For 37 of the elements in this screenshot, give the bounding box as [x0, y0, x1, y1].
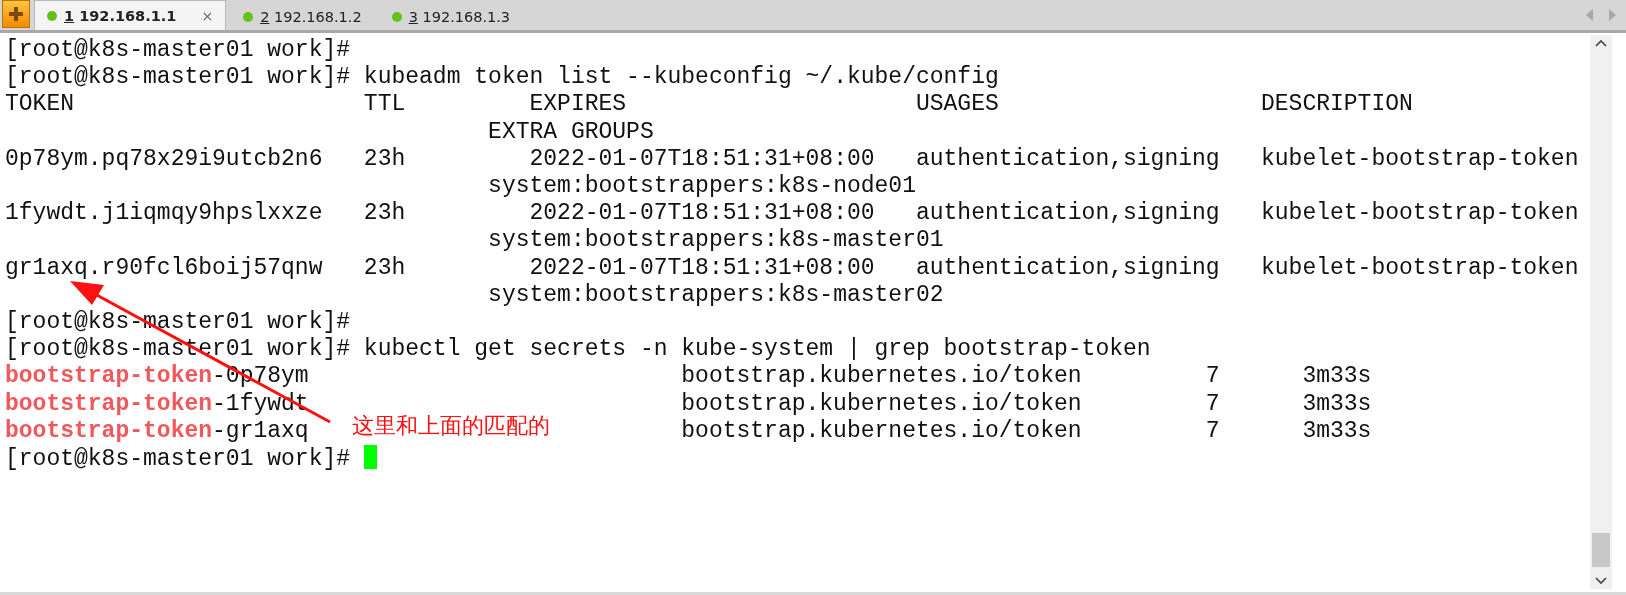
scroll-right-icon[interactable]: [1608, 9, 1616, 21]
secret-type: bootstrap.kubernetes.io/token: [681, 390, 1082, 417]
secret-age: 3m33s: [1302, 390, 1372, 418]
terminal-line: 0p78ym.pq78x29i9utcb2n6 23h 2022-01-07T18:51:31+08:00 authentication,signing kubelet-bootstrap-token: [5, 145, 1579, 173]
secret-data-count: 7: [1205, 390, 1220, 417]
secret-age: 3m33s: [1302, 417, 1372, 446]
annotation-text: 这里和上面的匹配的: [352, 412, 550, 440]
terminal-line: [root@k8s-master01 work]#: [5, 37, 351, 65]
session-tab[interactable]: 1 192.168.1.1 ×: [34, 0, 227, 30]
terminal-line: system:bootstrappers:k8s-node01: [487, 173, 916, 201]
status-dot-icon: [243, 11, 254, 22]
scrollbar-thumb[interactable]: [1592, 533, 1610, 567]
session-tab[interactable]: 2 192.168.1.2: [230, 2, 375, 30]
terminal-line: system:bootstrappers:k8s-master02: [487, 281, 944, 310]
secret-name: bootstrap-token-gr1axq: [5, 417, 309, 444]
scroll-up-icon[interactable]: [1595, 39, 1607, 47]
scroll-left-icon[interactable]: [1586, 9, 1594, 21]
close-icon[interactable]: ×: [201, 7, 214, 24]
secret-data-count: 7: [1205, 363, 1220, 390]
secret-age: 3m33s: [1302, 363, 1372, 391]
terminal-prompt: [root@k8s-master01 work]#: [5, 446, 352, 473]
secret-data-count: 7: [1205, 417, 1220, 444]
new-tab-button[interactable]: [2, 0, 30, 28]
scrollbar[interactable]: [1590, 35, 1612, 589]
session-tab[interactable]: 3 192.168.1.3: [378, 2, 524, 30]
terminal-line: gr1axq.r90fcl6boij57qnw 23h 2022-01-07T18:51:31+08:00 authentication,signing kubelet-bootstrap-token: [5, 254, 1579, 282]
terminal-line: system:bootstrappers:k8s-master01: [487, 227, 944, 255]
status-dot-icon: [391, 11, 402, 22]
terminal-line: 1fywdt.j1iqmqy9hpslxxze 23h 2022-01-07T18:51:31+08:00 authentication,signing kubelet-bootstrap-token: [5, 200, 1579, 228]
secret-type: bootstrap.kubernetes.io/token: [681, 363, 1082, 390]
secret-type: bootstrap.kubernetes.io/token: [681, 417, 1082, 444]
terminal-line: [root@k8s-master01 work]# kubeadm token list --kubeconfig ~/.kube/config: [5, 64, 999, 92]
status-dot-icon: [47, 10, 57, 21]
plus-icon: [7, 5, 25, 23]
terminal-line: TOKEN TTL EXPIRES USAGES DESCRIPTION: [5, 91, 1413, 119]
terminal-line: EXTRA GROUPS: [487, 118, 654, 146]
scroll-down-icon[interactable]: [1595, 577, 1607, 585]
